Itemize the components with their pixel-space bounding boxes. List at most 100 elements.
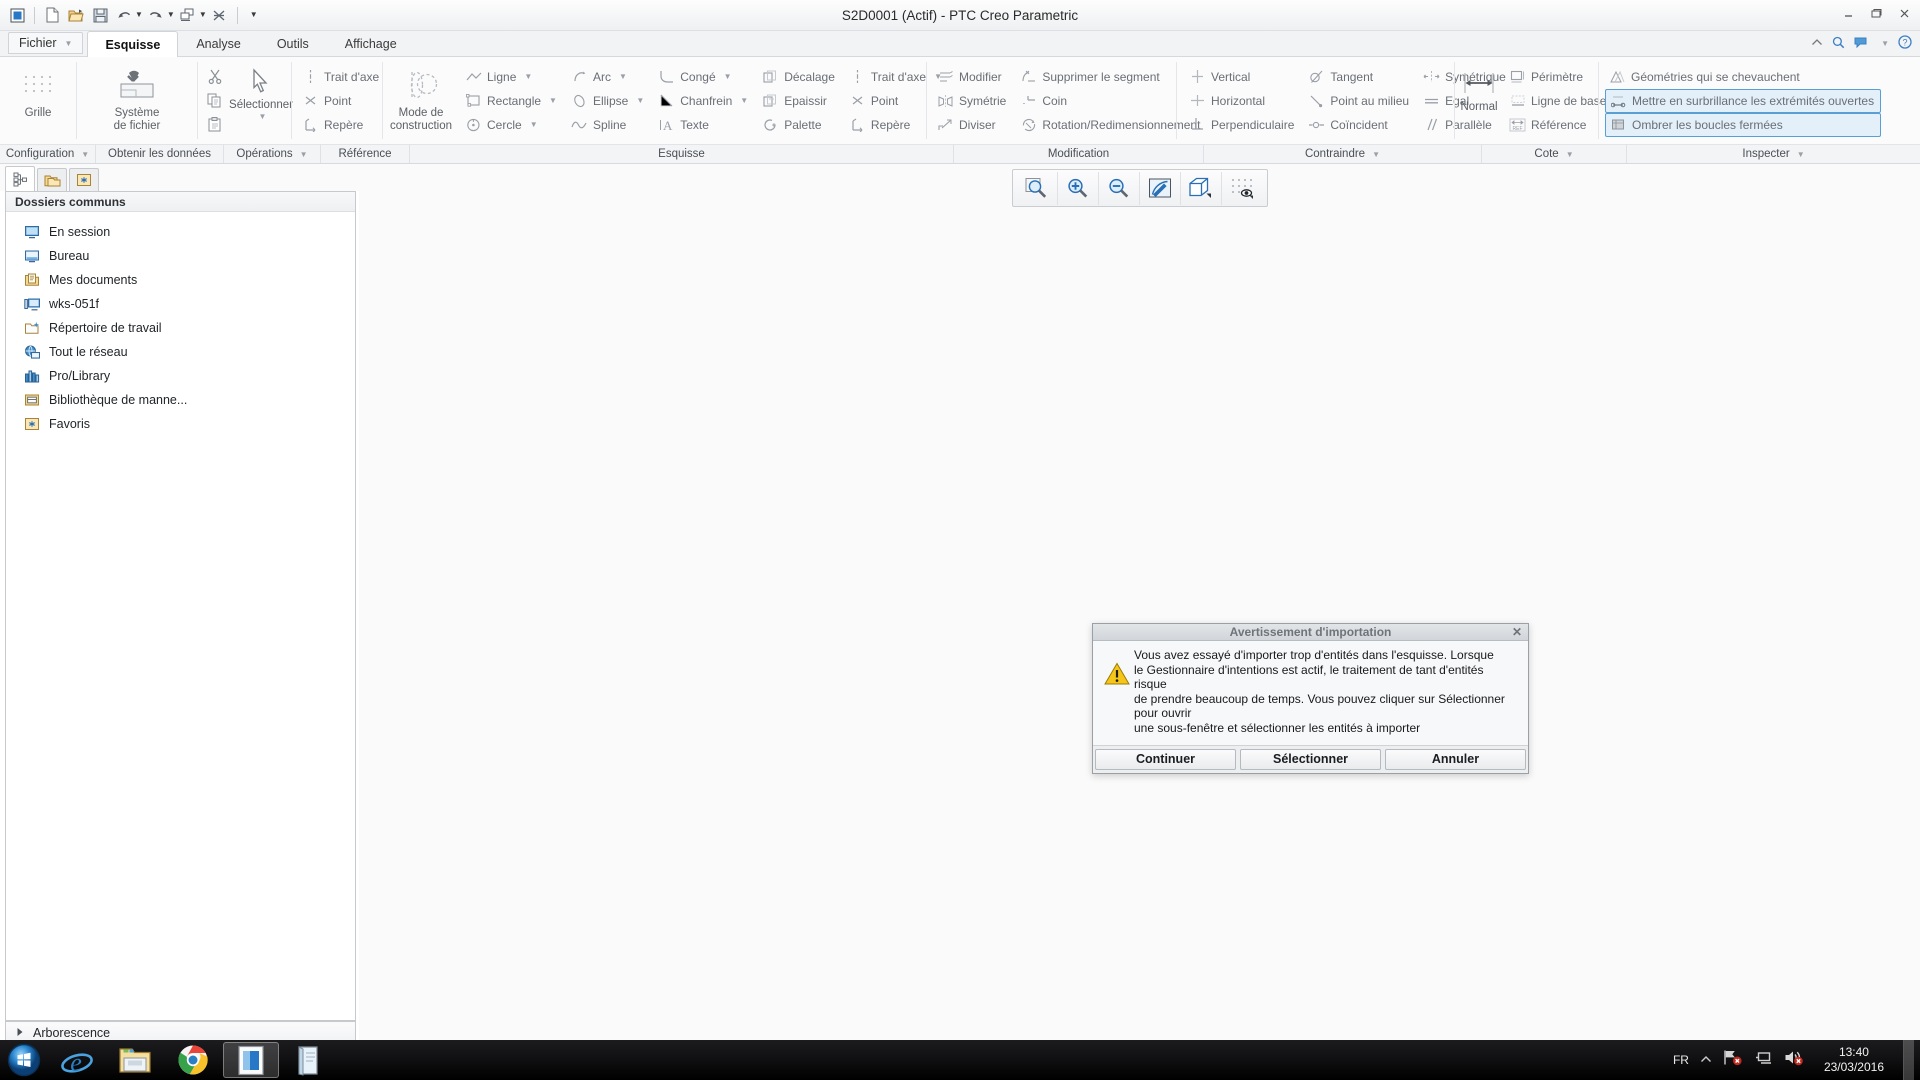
help-icon[interactable]: ?	[1898, 35, 1912, 52]
ligne-dropdown-icon[interactable]: ▼	[524, 72, 532, 81]
tab-outils[interactable]: Outils	[259, 31, 327, 56]
tab-affichage[interactable]: Affichage	[327, 31, 415, 56]
cut-button[interactable]	[202, 65, 229, 89]
zoom-fit-button[interactable]	[1017, 171, 1058, 205]
chevron-down-icon[interactable]: ▼	[1797, 150, 1805, 159]
diviser-button[interactable]: Diviser	[933, 113, 1012, 137]
language-indicator[interactable]: FR	[1673, 1053, 1689, 1067]
tab-analyse[interactable]: Analyse	[178, 31, 258, 56]
network-connection-icon[interactable]	[1754, 1049, 1773, 1071]
point-ref-button[interactable]: Point	[298, 89, 385, 113]
selectionner-button[interactable]: Sélectionner ▼	[229, 59, 293, 142]
redo-dropdown-icon[interactable]: ▼	[167, 11, 175, 19]
ellipse-dropdown-icon[interactable]: ▼	[636, 96, 644, 105]
undo-icon[interactable]	[113, 4, 135, 26]
copy-button[interactable]	[202, 89, 229, 113]
creo-window-icon[interactable]	[6, 4, 28, 26]
group-label-contraindre[interactable]: Contraindre ▼	[1204, 145, 1482, 163]
group-label-cote[interactable]: Cote ▼	[1482, 145, 1627, 163]
cancel-button[interactable]: Annuler	[1385, 748, 1526, 770]
ombrer-boucles-fermees-button[interactable]: Ombrer les boucles fermées	[1605, 112, 1882, 137]
group-label-inspecter[interactable]: Inspecter ▼	[1627, 145, 1920, 163]
creo-taskbar-item[interactable]	[223, 1042, 279, 1078]
search-icon[interactable]	[1832, 36, 1845, 52]
new-icon[interactable]	[41, 4, 63, 26]
redo-icon[interactable]	[145, 4, 167, 26]
palette-button[interactable]: Palette	[758, 113, 841, 137]
internet-explorer-taskbar-item[interactable]: e	[49, 1042, 105, 1078]
symetrie-button[interactable]: Symétrie	[933, 89, 1012, 113]
nav-item-wks-051f[interactable]: wks-051f	[6, 292, 355, 316]
minimize-ribbon-icon[interactable]	[1811, 37, 1823, 51]
nav-item-bureau[interactable]: Bureau	[6, 244, 355, 268]
texte-button[interactable]: A Texte	[654, 113, 754, 137]
chevron-down-icon[interactable]: ▼	[1566, 150, 1574, 159]
group-label-configuration[interactable]: Configuration ▼	[0, 145, 96, 163]
coincident-button[interactable]: Coïncident	[1304, 113, 1415, 137]
graphics-window[interactable]: Avertissement d'importation ✕ Vous avez …	[359, 164, 1920, 1048]
reference-dim-button[interactable]: REF Référence	[1505, 113, 1612, 137]
rectangle-button[interactable]: Rectangle ▼	[461, 89, 563, 113]
repaint-button[interactable]	[1140, 171, 1181, 205]
taskbar-clock[interactable]: 13:40 23/03/2016	[1816, 1045, 1892, 1075]
tangent-button[interactable]: Tangent	[1304, 65, 1415, 89]
comment-icon[interactable]	[1854, 37, 1869, 51]
save-icon[interactable]	[89, 4, 111, 26]
horizontal-button[interactable]: Horizontal	[1185, 89, 1300, 113]
selectionner-dropdown-icon[interactable]: ▼	[259, 112, 267, 121]
chrome-taskbar-item[interactable]	[165, 1042, 221, 1078]
nav-item-favoris[interactable]: Favoris	[6, 412, 355, 436]
file-explorer-taskbar-item[interactable]	[107, 1042, 163, 1078]
qat-customize-icon[interactable]: ▼	[244, 4, 266, 26]
select-button[interactable]: Sélectionner	[1240, 748, 1381, 770]
restore-button[interactable]	[1868, 8, 1884, 22]
datum-display-button[interactable]	[1222, 172, 1263, 205]
folder-browser-tab[interactable]	[37, 168, 67, 191]
perimetre-button[interactable]: Périmètre	[1505, 65, 1612, 89]
open-icon[interactable]	[65, 4, 87, 26]
nav-item-tout-le-reseau[interactable]: Tout le réseau	[6, 340, 355, 364]
epaissir-button[interactable]: Epaissir	[758, 89, 841, 113]
point-au-milieu-button[interactable]: Point au milieu	[1304, 89, 1415, 113]
zoom-out-button[interactable]	[1099, 171, 1140, 205]
systeme-de-fichier-button[interactable]: Système de fichier	[104, 59, 171, 142]
arc-button[interactable]: Arc ▼	[567, 65, 650, 89]
grille-button[interactable]: Grille	[10, 59, 66, 142]
tab-fichier[interactable]: Fichier ▼	[8, 32, 84, 54]
ligne-de-base-button[interactable]: Ligne de base	[1505, 89, 1612, 113]
volume-muted-icon[interactable]	[1784, 1049, 1805, 1071]
mode-de-construction-button[interactable]: Mode de construction	[383, 59, 459, 142]
start-button[interactable]	[0, 1041, 48, 1079]
continue-button[interactable]: Continuer	[1095, 748, 1236, 770]
nav-item-en-session[interactable]: En session	[6, 220, 355, 244]
cercle-button[interactable]: Cercle ▼	[461, 113, 563, 137]
nav-item-pro-library[interactable]: Pro/Library	[6, 364, 355, 388]
modifier-button[interactable]: Modifier	[933, 65, 1012, 89]
arc-dropdown-icon[interactable]: ▼	[619, 72, 627, 81]
chevron-down-icon[interactable]: ▼	[1372, 150, 1380, 159]
spline-button[interactable]: Spline	[567, 113, 650, 137]
group-label-operations[interactable]: Opérations ▼	[224, 145, 321, 163]
ligne-button[interactable]: Ligne ▼	[461, 65, 563, 89]
cercle-dropdown-icon[interactable]: ▼	[530, 120, 538, 129]
trait-daxe-ref-button[interactable]: Trait d'axe	[298, 65, 385, 89]
paste-button[interactable]	[202, 113, 229, 137]
nav-item-mes-documents[interactable]: Mes documents	[6, 268, 355, 292]
undo-dropdown-icon[interactable]: ▼	[135, 11, 143, 19]
chanfrein-dropdown-icon[interactable]: ▼	[740, 96, 748, 105]
zoom-in-button[interactable]	[1058, 171, 1099, 205]
show-desktop-button[interactable]	[1903, 1040, 1914, 1080]
geometries-chevauchent-button[interactable]: Géométries qui se chevauchent	[1605, 65, 1881, 89]
nav-item-bibliotheque-de-manne[interactable]: Bibliothèque de manne...	[6, 388, 355, 412]
conge-button[interactable]: Congé ▼	[654, 65, 754, 89]
chanfrein-button[interactable]: Chanfrein ▼	[654, 89, 754, 113]
close-button[interactable]	[1896, 8, 1912, 22]
regenerate-icon[interactable]	[177, 4, 199, 26]
rectangle-dropdown-icon[interactable]: ▼	[549, 96, 557, 105]
close-window-icon[interactable]	[209, 4, 231, 26]
ellipse-button[interactable]: Ellipse ▼	[567, 89, 650, 113]
vertical-button[interactable]: Vertical	[1185, 65, 1300, 89]
tab-esquisse[interactable]: Esquisse	[87, 31, 179, 57]
regenerate-dropdown-icon[interactable]: ▼	[199, 11, 207, 19]
close-icon[interactable]: ✕	[1512, 625, 1522, 639]
